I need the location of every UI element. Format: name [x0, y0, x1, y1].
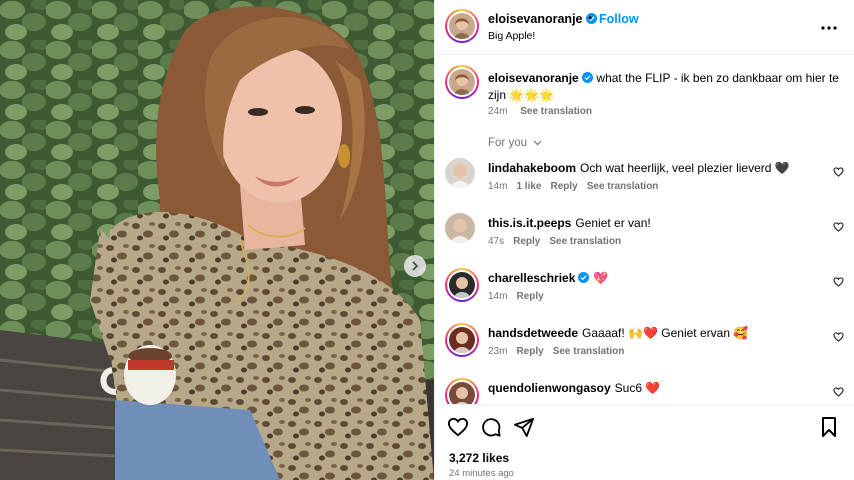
comment-body: Geniet er van!	[575, 216, 651, 230]
comment-reply-button[interactable]: Reply	[516, 346, 543, 357]
comment-text-line: lindahakeboom Och wat heerlijk, veel plez…	[488, 161, 790, 175]
comment-reply-button[interactable]: Reply	[513, 236, 540, 247]
comment-icon[interactable]	[481, 417, 501, 437]
comment-text-line: handsdetweede Gaaaaf! 🙌❤️ Geniet ervan 🥰	[488, 326, 748, 340]
caption-text: eloisevanoranje what the FLIP - ik ben z…	[488, 70, 848, 104]
commenter-username[interactable]: charelleschriek	[488, 271, 575, 285]
caption-username[interactable]: eloisevanoranje	[488, 71, 579, 85]
comment-like-heart-icon[interactable]	[833, 222, 844, 232]
commenter-avatar[interactable]	[445, 323, 479, 357]
comment-body: 💖	[593, 271, 609, 285]
post-photo[interactable]	[0, 0, 434, 480]
post-actions: 3,272 likes 24 minutes ago	[435, 404, 854, 480]
caption-meta: 24m See translation	[488, 106, 602, 117]
comment-meta: 47s Reply See translation	[488, 236, 630, 247]
comment-meta: 23m Reply See translation	[488, 346, 633, 357]
comment-text-line: this.is.it.peeps Geniet er van!	[488, 216, 651, 230]
comment-time: 23m	[488, 346, 508, 357]
comment-body: Och wat heerlijk, veel plezier lieverd 🖤	[580, 161, 790, 175]
comment-row: handsdetweede Gaaaaf! 🙌❤️ Geniet ervan 🥰 2…	[445, 323, 845, 363]
follow-button[interactable]: Follow	[599, 12, 639, 26]
post-header: eloisevanoranje • Follow Big Apple!	[435, 0, 854, 55]
verified-badge-icon	[578, 272, 590, 283]
commenter-avatar-image	[449, 272, 475, 298]
next-photo-button[interactable]	[404, 255, 426, 277]
chevron-down-icon	[533, 140, 542, 146]
comment-see-translation[interactable]: See translation	[587, 181, 659, 192]
commenter-avatar[interactable]	[445, 268, 479, 302]
share-send-icon[interactable]	[514, 417, 534, 437]
likes-count[interactable]: 3,272 likes	[449, 451, 509, 465]
comment-like-heart-icon[interactable]	[833, 277, 844, 287]
caption-time: 24m	[488, 106, 508, 117]
commenter-username[interactable]: lindahakeboom	[488, 161, 576, 175]
comment-likes[interactable]: 1 like	[516, 181, 541, 192]
commenter-username[interactable]: this.is.it.peeps	[488, 216, 571, 230]
comment-like-heart-icon[interactable]	[833, 167, 844, 177]
commenter-avatar-image	[445, 158, 475, 188]
comment-text-line: charelleschriek 💖	[488, 271, 608, 285]
commenter-avatar-image	[445, 213, 475, 243]
caption-avatar-ring[interactable]	[445, 65, 479, 99]
save-bookmark-icon[interactable]	[821, 417, 837, 437]
comment-body: Suc6 ❤️	[614, 381, 661, 395]
comment-row: charelleschriek 💖 14m Reply	[445, 268, 845, 308]
comment-time: 14m	[488, 291, 508, 302]
comment-like-heart-icon[interactable]	[833, 387, 844, 397]
comment-time: 14m	[488, 181, 508, 192]
comment-see-translation[interactable]: See translation	[553, 346, 625, 357]
commenter-avatar[interactable]	[445, 213, 475, 243]
post-location[interactable]: Big Apple!	[488, 30, 535, 42]
comment-meta: 14m 1 like Reply See translation	[488, 181, 667, 192]
author-avatar	[449, 13, 475, 39]
verified-badge-icon	[582, 72, 594, 83]
comment-like-heart-icon[interactable]	[833, 332, 844, 342]
caption-see-translation[interactable]: See translation	[520, 106, 592, 117]
comment-see-translation[interactable]: See translation	[549, 236, 621, 247]
comment-body: Gaaaaf! 🙌❤️ Geniet ervan 🥰	[582, 326, 749, 340]
comment-reply-button[interactable]: Reply	[516, 291, 543, 302]
more-options-icon[interactable]	[821, 17, 837, 35]
comment-meta: 14m Reply	[488, 291, 553, 302]
commenter-avatar[interactable]	[445, 158, 475, 188]
selfie-photo	[0, 0, 434, 480]
header-separator: •	[588, 11, 593, 25]
author-username[interactable]: eloisevanoranje	[488, 12, 597, 26]
post-side-panel: eloisevanoranje • Follow Big Apple! eloi…	[434, 0, 854, 480]
commenter-username[interactable]: quendolienwongasoy	[488, 381, 611, 395]
instagram-post-viewer: eloisevanoranje • Follow Big Apple! eloi…	[0, 0, 854, 480]
chevron-right-icon	[412, 261, 419, 271]
comment-row: this.is.it.peeps Geniet er van! 47s Reply Se…	[445, 213, 845, 253]
caption-avatar	[449, 69, 475, 95]
author-avatar-ring[interactable]	[445, 9, 479, 43]
post-timestamp: 24 minutes ago	[449, 468, 514, 479]
comment-time: 47s	[488, 236, 505, 247]
commenter-username[interactable]: handsdetweede	[488, 326, 578, 340]
comment-row: lindahakeboom Och wat heerlijk, veel plez…	[445, 158, 845, 198]
comment-reply-button[interactable]: Reply	[550, 181, 577, 192]
like-heart-icon[interactable]	[447, 417, 469, 437]
comments-filter-dropdown[interactable]: For you	[488, 137, 542, 149]
commenter-avatar-image	[449, 327, 475, 353]
comments-filter-label: For you	[488, 137, 527, 149]
comment-text-line: quendolienwongasoy Suc6 ❤️	[488, 381, 660, 395]
